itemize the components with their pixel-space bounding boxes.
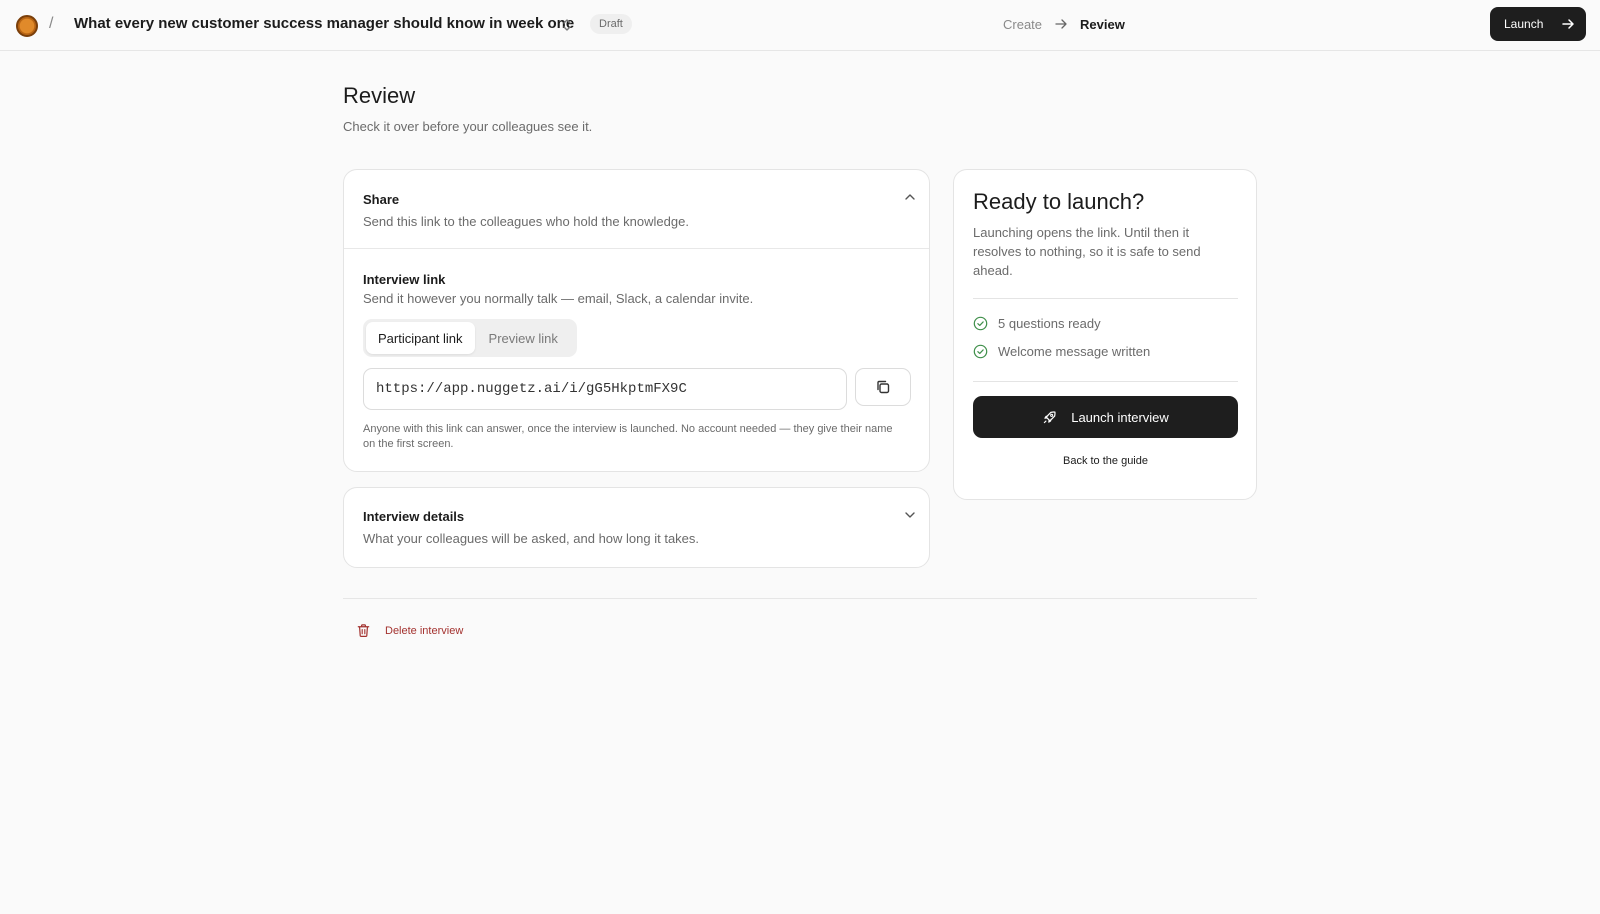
step-review[interactable]: Review [1080,17,1125,32]
launch-panel: Ready to launch? Launching opens the lin… [953,169,1257,500]
arrow-right-icon [1055,19,1067,29]
check-circle-icon [973,316,988,331]
link-note: Anyone with this link can answer, once t… [363,423,893,450]
check-item: Welcome message written [973,344,1150,359]
check-circle-icon [973,344,988,359]
chevron-up-down-icon[interactable] [560,16,574,34]
launch-button-label: Launch [1504,17,1544,31]
divider [343,598,1257,599]
check-item-label: Welcome message written [998,344,1151,359]
top-bar: / What every new customer success manage… [0,0,1600,51]
rocket-icon [1044,410,1056,423]
page-subtitle: Check it over before your colleagues see… [343,119,593,134]
interview-link-hint: Send it however you normally talk — emai… [363,291,754,306]
delete-interview-label: Delete interview [385,624,464,637]
launch-panel-title: Ready to launch? [973,189,1145,214]
check-item: 5 questions ready [973,316,1101,331]
app-logo[interactable] [16,15,38,37]
interview-details-section[interactable]: Interview details What your colleagues w… [343,487,930,568]
arrow-right-icon [1562,19,1575,29]
launch-button[interactable]: Launch [1490,7,1586,41]
share-section: Share Send this link to the colleagues w… [343,169,930,472]
breadcrumb-separator: / [49,15,54,32]
back-to-guide-link[interactable]: Back to the guide [973,455,1238,467]
launch-panel-description: Launching opens the link. Until then it … [973,225,1201,278]
trash-icon [357,624,370,638]
delete-interview-button[interactable]: Delete interview [356,623,463,638]
interview-title[interactable]: What every new customer success manager … [74,15,574,32]
divider [973,381,1238,382]
link-type-toggle: Participant link Preview link [363,319,577,357]
interview-url-field[interactable] [363,368,847,410]
interview-link-label: Interview link [363,272,446,287]
chevron-down-icon[interactable] [903,508,917,522]
chevron-up-icon[interactable] [903,190,917,204]
tab-participant-link[interactable]: Participant link [366,322,475,354]
launch-interview-button[interactable]: Launch interview [973,396,1238,438]
copy-link-button[interactable] [855,368,911,406]
page-title: Review [343,83,416,108]
step-create[interactable]: Create [1003,17,1042,32]
launch-interview-label: Launch interview [1071,409,1169,425]
details-title: Interview details [363,509,465,524]
share-subtitle: Send this link to the colleagues who hol… [363,214,689,229]
status-badge: Draft [590,14,632,34]
copy-icon [877,380,890,394]
divider [973,298,1238,299]
divider [344,248,929,249]
details-subtitle: What your colleagues will be asked, and … [363,531,700,546]
tab-preview-link[interactable]: Preview link [477,322,570,354]
check-item-label: 5 questions ready [998,316,1101,331]
share-title: Share [363,192,400,207]
